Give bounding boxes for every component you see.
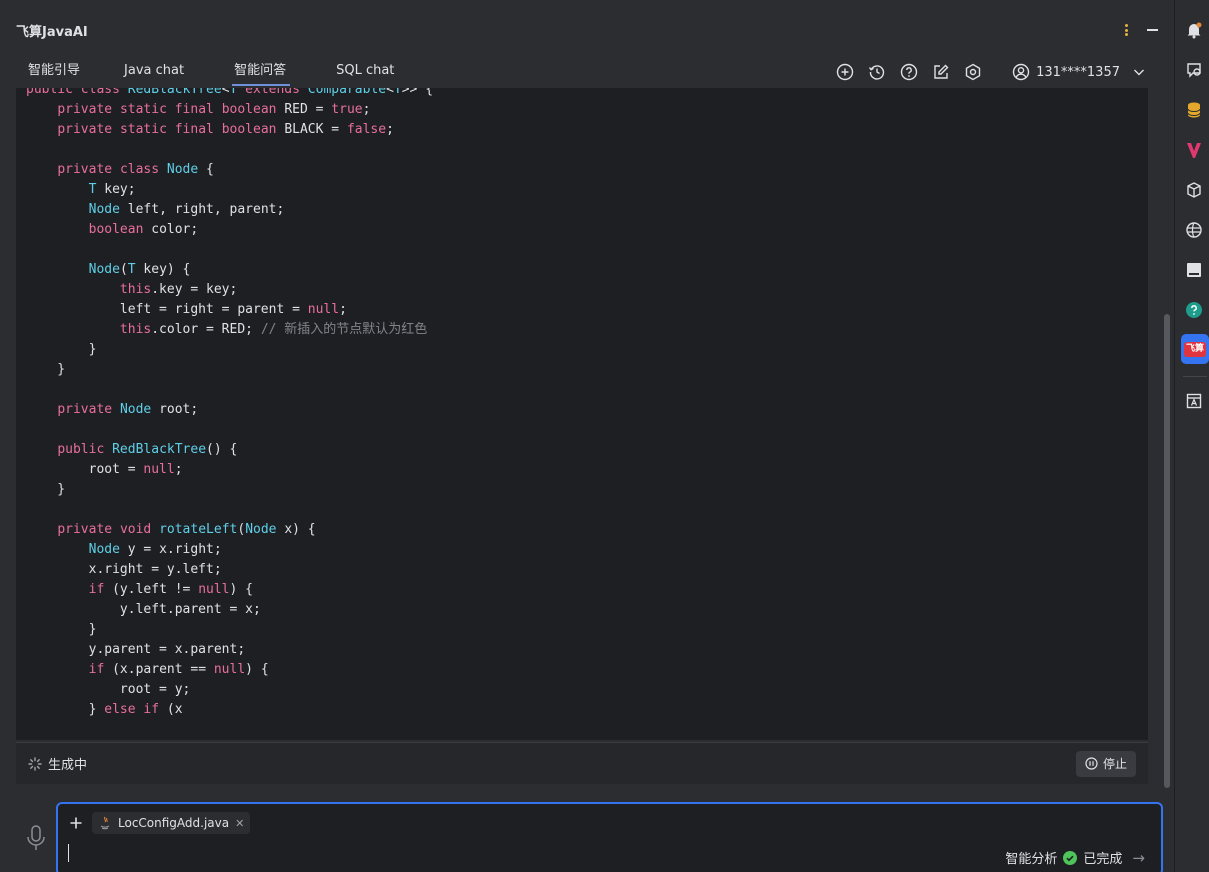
feisuan-badge: 飞算	[1183, 341, 1206, 357]
user-name: 131****1357	[1036, 64, 1120, 80]
right-tool-sidebar: 飞算	[1174, 0, 1209, 872]
code-line: }	[26, 482, 66, 497]
tab-smart-qa[interactable]: 智能问答	[206, 56, 308, 88]
code-line: root = null;	[26, 462, 183, 477]
generation-status-label: 生成中	[48, 758, 88, 773]
code-line: this.key = key;	[119, 282, 238, 297]
chat-input-box[interactable]: LocConfigAdd.java ✕ 智能分析 已完成 →	[56, 802, 1163, 872]
tab-sql-chat[interactable]: SQL chat	[308, 56, 416, 88]
settings-icon[interactable]	[962, 61, 984, 83]
loading-spinner-icon	[28, 756, 42, 771]
code-line: y.parent = x.parent;	[26, 642, 246, 657]
stop-button-label: 停止	[1102, 757, 1127, 771]
attachment-chip[interactable]: LocConfigAdd.java ✕	[92, 812, 251, 834]
history-icon[interactable]	[866, 61, 888, 83]
analysis-label: 智能分析	[1005, 852, 1058, 867]
document-icon[interactable]	[1184, 391, 1204, 411]
vue-icon[interactable]	[1184, 140, 1204, 160]
tab-java-chat[interactable]: Java chat	[102, 56, 206, 88]
code-line: private Node root;	[57, 402, 199, 417]
code-line: public RedBlackTree() {	[57, 442, 238, 457]
tab-guide[interactable]: 智能引导	[0, 56, 102, 88]
code-line: }	[26, 342, 97, 357]
attachment-name: LocConfigAdd.java	[118, 816, 230, 830]
plugin-icon[interactable]	[1184, 220, 1204, 240]
code-output[interactable]: public class RedBlackTree<T extends Comp…	[16, 88, 1148, 740]
title-actions	[1119, 22, 1158, 38]
input-status: 智能分析 已完成 →	[1005, 848, 1145, 868]
code-line: private static final boolean RED = true;	[57, 102, 371, 117]
panel-titlebar: 飞算JavaAI	[0, 12, 1174, 48]
tab-bar: 智能引导 Java chat 智能问答 SQL chat 131****1357	[0, 56, 1174, 88]
code-line: y.left.parent = x;	[26, 602, 261, 617]
plus-icon	[70, 817, 82, 829]
feisuan-icon[interactable]: 飞算	[1181, 334, 1209, 364]
generation-bar: 生成中 停止	[16, 742, 1148, 784]
tab-tools: 131****1357	[834, 61, 1174, 83]
chevron-down-icon	[1134, 69, 1144, 76]
pause-icon	[1085, 757, 1098, 770]
code-line: root = y;	[26, 682, 191, 697]
minimize-icon[interactable]	[1147, 29, 1158, 31]
add-icon[interactable]	[834, 61, 856, 83]
edit-icon[interactable]	[930, 61, 952, 83]
panel-title: 飞算JavaAI	[16, 24, 88, 40]
user-menu[interactable]: 131****1357	[1012, 63, 1146, 81]
more-options-icon[interactable]	[1119, 22, 1133, 38]
scrollbar[interactable]	[1164, 88, 1170, 790]
code-line: if (x.parent == null) {	[88, 662, 269, 677]
sidebar-divider	[1183, 376, 1207, 377]
code-line: if (y.left != null) {	[88, 582, 253, 597]
code-line: private static final boolean BLACK = fal…	[57, 122, 394, 137]
code-line: private void rotateLeft(Node x) {	[57, 522, 316, 537]
text-cursor	[68, 844, 69, 862]
code-line: }	[26, 622, 97, 637]
check-icon	[1063, 850, 1078, 865]
code-line: Node left, right, parent;	[88, 202, 285, 217]
remove-attachment-icon[interactable]: ✕	[235, 817, 244, 830]
notification-icon[interactable]	[1184, 20, 1204, 40]
database-icon[interactable]	[1184, 100, 1204, 120]
code-line: this.color = RED; // 新插入的节点默认为红色	[119, 322, 428, 337]
code-line: x.right = y.left;	[26, 562, 222, 577]
code-line: private class Node {	[57, 162, 214, 177]
package-icon[interactable]	[1184, 180, 1204, 200]
code-block: public class RedBlackTree<T extends Comp…	[26, 88, 433, 720]
code-line: Node y = x.right;	[88, 542, 222, 557]
generation-status: 生成中	[28, 754, 87, 773]
done-label: 已完成	[1083, 852, 1123, 867]
add-context-button[interactable]	[66, 813, 86, 833]
code-line: boolean color;	[88, 222, 199, 237]
code-line: Node(T key) {	[88, 262, 191, 277]
send-icon[interactable]: →	[1132, 849, 1145, 867]
java-file-icon	[100, 816, 110, 830]
code-line: public class RedBlackTree<T extends Comp…	[26, 88, 434, 97]
attachment-row: LocConfigAdd.java ✕	[66, 812, 251, 834]
code-line: left = right = parent = null;	[26, 302, 347, 317]
code-line: }	[26, 362, 66, 377]
ai-panel: 飞算JavaAI 智能引导 Java chat 智能问答 SQL chat 13…	[0, 0, 1174, 872]
help-icon[interactable]	[898, 61, 920, 83]
help-icon[interactable]	[1184, 300, 1204, 320]
code-line: } else if (x	[26, 702, 183, 717]
ai-chat-icon[interactable]	[1184, 60, 1204, 80]
terminal-icon[interactable]	[1184, 260, 1204, 280]
microphone-icon[interactable]	[24, 824, 48, 852]
stop-button[interactable]: 停止	[1075, 750, 1136, 777]
scrollbar-thumb[interactable]	[1164, 314, 1170, 788]
user-avatar-icon	[1012, 63, 1030, 81]
code-line: T key;	[88, 182, 136, 197]
